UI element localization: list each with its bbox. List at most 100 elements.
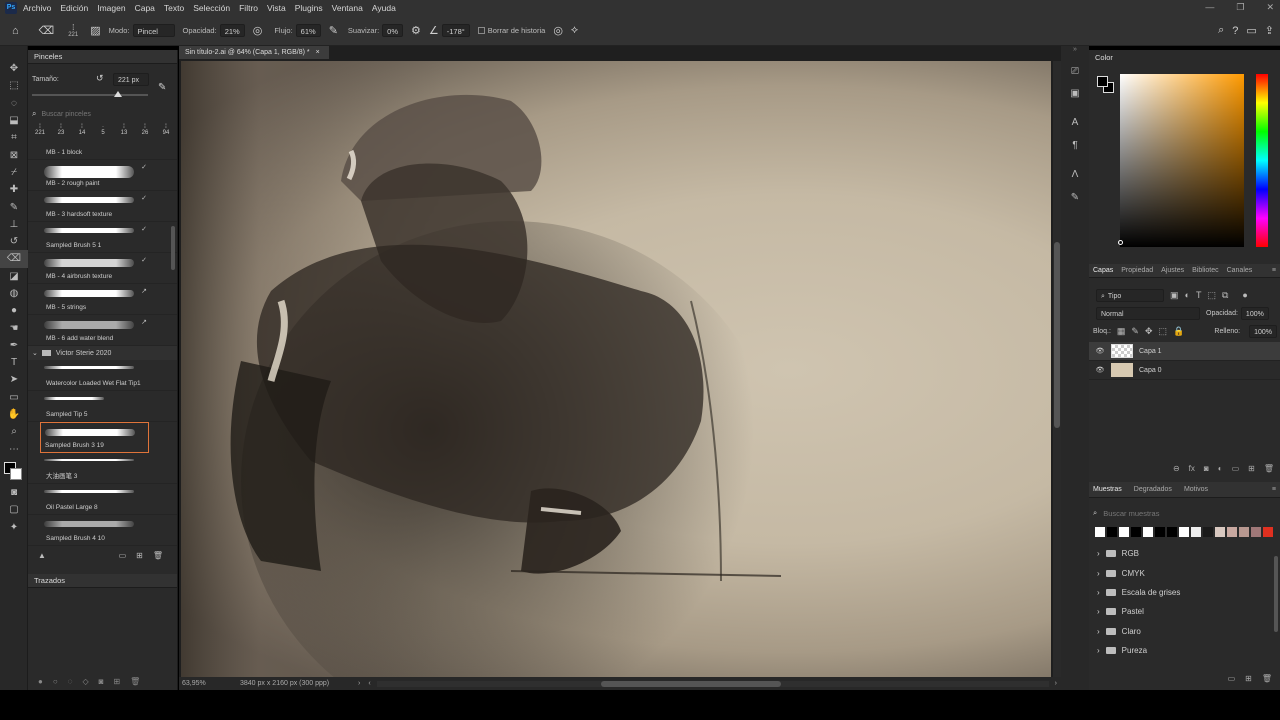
filter-type-icon[interactable]: T [1196, 290, 1202, 300]
smooth-field[interactable]: 0% [382, 24, 404, 37]
layer-row[interactable]: 👁 Capa 1 [1089, 342, 1280, 361]
lock-position-icon[interactable]: ✥ [1145, 326, 1153, 337]
color-picker-field[interactable] [1120, 74, 1244, 247]
menu-imagen[interactable]: Imagen [97, 3, 125, 13]
brush-item[interactable]: ✓ MB - 4 airbrush texture [28, 253, 177, 284]
swatch[interactable] [1143, 527, 1153, 537]
close-icon[interactable]: ✕ [1266, 2, 1274, 13]
new-brush-icon[interactable]: ✎ [158, 82, 166, 93]
delete-layer-icon[interactable]: 🗑 [1264, 464, 1274, 473]
pressure-opacity-icon[interactable]: ◎ [253, 24, 263, 37]
paragraph-panel-icon[interactable]: ¶ [1061, 134, 1089, 156]
brush-size-slider[interactable] [32, 94, 148, 96]
horizontal-scrollbar[interactable] [376, 680, 1049, 687]
tab-libraries[interactable]: Bibliotec [1188, 267, 1222, 274]
foreground-swatch[interactable] [1097, 76, 1108, 87]
brush-settings-panel-icon[interactable]: ✎ [1061, 186, 1089, 208]
trash-icon[interactable]: 🗑 [153, 551, 163, 560]
panel-menu-icon[interactable]: ≡ [1268, 486, 1280, 493]
lock-pixels-icon[interactable]: ✎ [1131, 326, 1139, 337]
menu-capa[interactable]: Capa [135, 3, 155, 13]
brush-item[interactable]: Oil Pastel Large 8 [28, 484, 177, 515]
chevron-right-icon[interactable]: › [358, 680, 360, 687]
swatch-folder[interactable]: › Pastel [1089, 602, 1269, 621]
help-icon[interactable]: ? [1232, 25, 1238, 37]
background-color[interactable] [10, 467, 22, 480]
menu-seleccion[interactable]: Selección [193, 3, 230, 13]
airbrush-icon[interactable]: ✎ [329, 24, 338, 37]
horizontal-scrollbar-thumb[interactable] [600, 680, 781, 687]
filter-toggle-icon[interactable]: ● [1242, 290, 1247, 300]
pressure-size-icon[interactable]: ◎ [553, 24, 563, 37]
glyphs-panel-icon[interactable]: Ʌ [1061, 162, 1089, 186]
history-checkbox[interactable]: Borrar de historia [477, 26, 545, 35]
document-tab[interactable]: Sin título-2.ai @ 64% (Capa 1, RGB/8) * × [179, 46, 329, 59]
path-select-tool-icon[interactable]: ➤ [0, 371, 28, 388]
history-panel-icon[interactable]: ⎚ [1061, 60, 1089, 82]
reset-icon[interactable]: ↺ [96, 73, 104, 84]
filter-adjustment-icon[interactable]: ◐ [1185, 290, 1190, 300]
layer-row[interactable]: 👁 Capa 0 [1089, 361, 1280, 380]
brush-item[interactable]: ✓ Sampled Brush 5 1 [28, 222, 177, 253]
stroke-path-icon[interactable]: ○ [53, 677, 58, 686]
symmetry-icon[interactable]: ⟡ [571, 24, 578, 37]
recent-brush[interactable]: ⁞ 13 [116, 124, 132, 146]
swatch[interactable] [1191, 527, 1201, 537]
new-swatch-group-icon[interactable]: ▭ [1228, 674, 1236, 683]
layer-style-icon[interactable]: fx [1189, 464, 1195, 473]
brush-item[interactable]: ↗ MB - 5 strings [28, 284, 177, 315]
more-tools-icon[interactable]: ⋯ [0, 441, 28, 458]
tab-swatches[interactable]: Muestras [1089, 486, 1126, 493]
lock-artboard-icon[interactable]: ⬚ [1159, 326, 1168, 337]
character-panel-icon[interactable]: A [1061, 110, 1089, 134]
recent-brush[interactable]: ⁞ 26 [137, 124, 153, 146]
brush-item[interactable]: MB - 1 block [28, 146, 177, 160]
fg-bg-swatch[interactable] [1097, 76, 1115, 94]
gear-icon[interactable]: ⚙ [411, 24, 421, 37]
menu-texto[interactable]: Texto [164, 3, 184, 13]
fill-path-icon[interactable]: ● [38, 677, 43, 686]
brush-group-header[interactable]: ⌄ Victor Sterie 2020 [28, 346, 177, 360]
document-canvas[interactable] [181, 61, 1051, 677]
new-group-icon[interactable]: ▭ [119, 551, 127, 560]
brush-size-preview[interactable]: ⁞ 221 [68, 23, 78, 38]
screen-mode-icon[interactable]: ▢ [0, 501, 28, 518]
quick-mask-icon[interactable]: ◙ [0, 484, 28, 501]
scroll-left-icon[interactable]: ‹ [368, 680, 370, 687]
delete-path-icon[interactable]: 🗑 [130, 677, 140, 686]
move-tool-icon[interactable]: ✥ [0, 60, 28, 77]
filter-pixel-icon[interactable]: ▣ [1170, 290, 1179, 301]
swatch[interactable] [1239, 527, 1249, 537]
lock-transparency-icon[interactable]: ▦ [1117, 326, 1126, 337]
healing-brush-tool-icon[interactable]: ✚ [0, 181, 28, 198]
brush-tool-icon[interactable]: ✎ [0, 198, 28, 215]
gradient-tool-icon[interactable]: ◪ [0, 268, 28, 285]
hand-tool-icon[interactable]: ✋ [0, 406, 28, 423]
swatch[interactable] [1251, 527, 1261, 537]
brush-item[interactable]: ✓ MB - 3 hardsoft texture [28, 191, 177, 222]
menu-archivo[interactable]: Archivo [23, 3, 51, 13]
share-icon[interactable]: ⇪ [1265, 24, 1274, 37]
swatch[interactable] [1215, 527, 1225, 537]
menu-ventana[interactable]: Ventana [332, 3, 363, 13]
panel-menu-icon[interactable]: ≡ [1268, 267, 1280, 274]
tab-gradients[interactable]: Degradados [1130, 486, 1176, 493]
object-select-tool-icon[interactable]: ⬓ [0, 112, 28, 129]
workspace-icon[interactable]: ▭ [1246, 24, 1256, 37]
blur-tool-icon[interactable]: ◍ [0, 285, 28, 302]
new-swatch-icon[interactable]: ⊞ [1245, 674, 1252, 683]
menu-vista[interactable]: Vista [267, 3, 286, 13]
layer-filter-select[interactable]: ⌕ Tipo [1096, 288, 1164, 302]
brush-item[interactable]: 大油画笔 3 [28, 453, 177, 484]
brush-search[interactable]: ⌕ Buscar pinceles [28, 108, 177, 120]
swatch[interactable] [1203, 527, 1213, 537]
swatch-folder[interactable]: › CMYK [1089, 563, 1269, 582]
menu-plugins[interactable]: Plugins [295, 3, 323, 13]
menu-ayuda[interactable]: Ayuda [372, 3, 396, 13]
color-swatches[interactable] [0, 458, 27, 484]
delete-swatch-icon[interactable]: 🗑 [1262, 674, 1272, 683]
swatch[interactable] [1227, 527, 1237, 537]
close-tab-icon[interactable]: × [316, 49, 320, 56]
lock-all-icon[interactable]: 🔒 [1173, 326, 1184, 337]
zoom-level[interactable]: 63,95% [182, 680, 240, 687]
